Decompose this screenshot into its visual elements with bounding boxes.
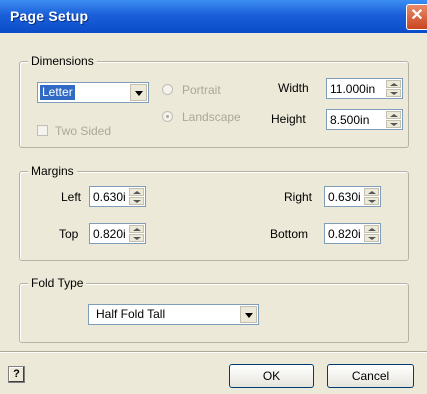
width-value: 11.000in (330, 82, 376, 96)
bottom-margin-spin-buttons[interactable] (364, 225, 379, 242)
button-separator (0, 351, 427, 353)
spin-up-icon[interactable] (129, 225, 144, 233)
width-label: Width (278, 81, 309, 95)
ok-button[interactable]: OK (229, 364, 314, 388)
fold-type-dropdown[interactable]: Half Fold Tall (88, 304, 259, 325)
spin-up-icon[interactable] (129, 188, 144, 196)
paper-size-value: Letter (40, 85, 75, 100)
margins-group: Margins (19, 164, 409, 261)
top-margin-value: 0.820i (93, 227, 126, 241)
spin-down-icon[interactable] (129, 234, 144, 242)
fold-type-legend: Fold Type (28, 276, 87, 290)
right-margin-spin-buttons[interactable] (364, 188, 379, 205)
height-spin-buttons[interactable] (386, 111, 401, 128)
height-value: 8.500in (330, 113, 370, 127)
dialog-title: Page Setup (10, 8, 89, 24)
spin-down-icon[interactable] (386, 89, 401, 97)
title-bar[interactable]: Page Setup ✕ (0, 0, 427, 33)
width-spin-buttons[interactable] (386, 80, 401, 97)
left-margin-label: Left (61, 190, 82, 204)
two-sided-checkbox[interactable] (37, 125, 48, 136)
spin-up-icon[interactable] (386, 80, 401, 88)
cancel-button[interactable]: Cancel (327, 364, 414, 388)
portrait-radio[interactable] (162, 84, 173, 95)
width-spinner[interactable]: 11.000in (326, 78, 403, 99)
chevron-down-icon[interactable] (240, 306, 257, 323)
spin-down-icon[interactable] (364, 234, 379, 242)
height-spinner[interactable]: 8.500in (326, 109, 403, 130)
left-margin-spin-buttons[interactable] (129, 188, 144, 205)
spin-down-icon[interactable] (386, 120, 401, 128)
two-sided-label: Two Sided (55, 124, 112, 138)
portrait-label: Portrait (182, 83, 221, 97)
right-margin-label: Right (284, 190, 313, 204)
bottom-margin-value: 0.820i (328, 227, 361, 241)
left-margin-value: 0.630i (93, 190, 126, 204)
right-margin-value: 0.630i (328, 190, 361, 204)
spin-down-icon[interactable] (129, 197, 144, 205)
close-icon[interactable]: ✕ (406, 4, 427, 30)
top-margin-label: Top (59, 227, 79, 241)
spin-up-icon[interactable] (386, 111, 401, 119)
height-label: Height (271, 112, 306, 126)
top-margin-spin-buttons[interactable] (129, 225, 144, 242)
spin-up-icon[interactable] (364, 188, 379, 196)
left-margin-spinner[interactable]: 0.630i (89, 186, 146, 207)
bottom-margin-label: Bottom (270, 227, 309, 241)
paper-size-dropdown[interactable]: Letter (37, 82, 149, 103)
chevron-down-icon[interactable] (130, 84, 147, 101)
dimensions-legend: Dimensions (28, 54, 97, 68)
top-margin-spinner[interactable]: 0.820i (89, 223, 146, 244)
bottom-margin-spinner[interactable]: 0.820i (324, 223, 381, 244)
margins-legend: Margins (28, 164, 77, 178)
page-setup-dialog: Page Setup ✕ Dimensions Letter Portrait … (0, 0, 427, 394)
landscape-label: Landscape (182, 110, 241, 124)
landscape-radio[interactable] (162, 111, 173, 122)
spin-up-icon[interactable] (364, 225, 379, 233)
right-margin-spinner[interactable]: 0.630i (324, 186, 381, 207)
help-button[interactable]: ? (8, 366, 25, 383)
fold-type-value: Half Fold Tall (96, 307, 166, 321)
spin-down-icon[interactable] (364, 197, 379, 205)
